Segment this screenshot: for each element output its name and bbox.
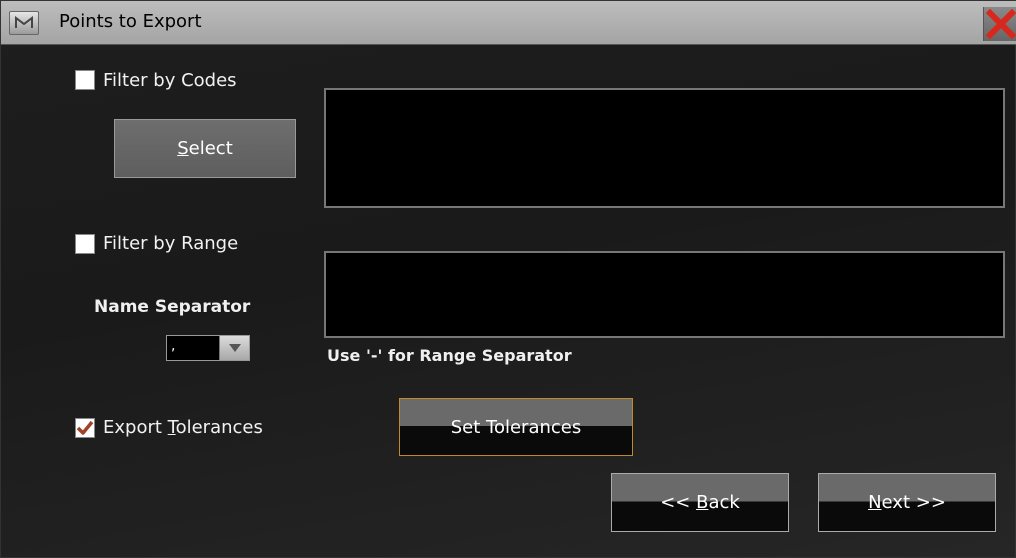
export-tolerances-label: Export Tolerances (103, 417, 263, 438)
title-bar: Points to Export (1, 1, 1016, 45)
close-button[interactable] (983, 7, 1016, 41)
back-suffix: ack (708, 492, 740, 513)
range-input[interactable] (324, 251, 1005, 338)
export-tolerances-prefix: Export (103, 417, 168, 438)
back-button[interactable]: << Back (611, 473, 789, 532)
back-prefix: << (660, 492, 697, 513)
name-separator-dropdown[interactable]: , (166, 335, 250, 361)
export-tolerances-mnemonic: T (167, 417, 176, 438)
set-tolerances-button[interactable]: Set Tolerances (399, 398, 633, 456)
filter-by-codes-checkbox[interactable] (75, 70, 95, 90)
export-tolerances-checkbox[interactable] (75, 418, 95, 438)
name-separator-label: Name Separator (94, 297, 251, 317)
export-tolerances-suffix: olerances (175, 417, 263, 438)
select-codes-button[interactable]: Select (114, 119, 296, 178)
next-mnemonic: N (868, 492, 882, 513)
points-to-export-dialog: Points to Export Filter by Codes Select … (0, 0, 1016, 558)
codes-list[interactable] (324, 88, 1005, 208)
checkmark-icon (76, 420, 94, 435)
next-button[interactable]: Next >> (818, 473, 996, 532)
filter-by-range-label: Filter by Range (103, 233, 239, 254)
select-mnemonic: S (177, 138, 189, 159)
name-separator-value: , (171, 338, 176, 354)
window-title: Points to Export (59, 11, 202, 32)
chevron-down-icon[interactable] (219, 336, 249, 360)
filter-by-codes-label: Filter by Codes (103, 70, 237, 91)
select-label: elect (188, 138, 233, 159)
filter-by-range-checkbox[interactable] (75, 234, 95, 254)
back-mnemonic: B (696, 492, 709, 513)
range-separator-hint: Use '-' for Range Separator (327, 346, 572, 365)
next-suffix: ext >> (881, 492, 946, 513)
app-m-icon (9, 11, 39, 35)
close-icon (985, 8, 1016, 40)
